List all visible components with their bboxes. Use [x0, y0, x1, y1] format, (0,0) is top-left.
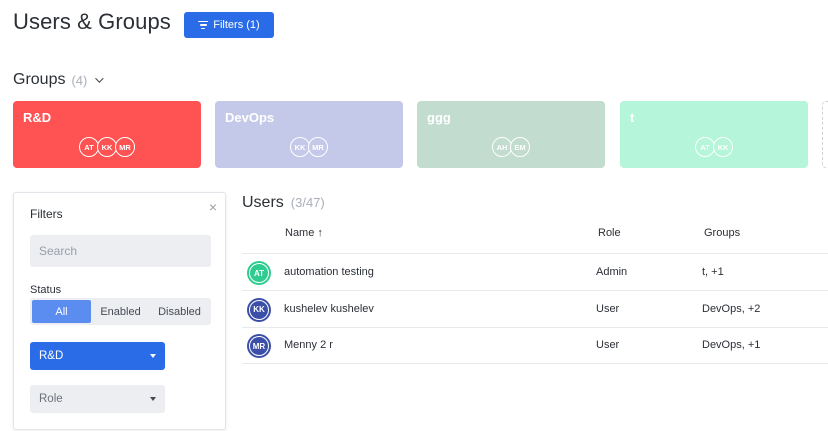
group-card-name: ggg: [427, 110, 451, 125]
groups-title: Groups: [13, 71, 66, 88]
chevron-down-icon[interactable]: [95, 74, 105, 83]
table-row[interactable]: AT automation testing Admin t, +1: [242, 254, 828, 290]
avatar: MR: [308, 137, 328, 157]
group-member-avatars: AT KK: [620, 137, 808, 157]
avatar-initials: AT: [249, 263, 269, 283]
avatar: AT: [79, 137, 99, 157]
avatar: MR: [115, 137, 135, 157]
group-select-value: R&D: [39, 350, 64, 362]
avatar: KK: [247, 297, 271, 322]
group-card-name: t: [630, 110, 635, 125]
user-role-cell: User: [596, 302, 620, 315]
row-divider: [242, 363, 828, 364]
column-header-role: Role: [598, 227, 621, 239]
status-option-all[interactable]: All: [32, 300, 91, 323]
column-header-groups: Groups: [704, 227, 741, 239]
group-card-name: DevOps: [225, 110, 275, 125]
group-card[interactable]: t AT KK: [620, 101, 808, 168]
caret-down-icon: [150, 397, 156, 401]
user-name-cell: automation testing: [284, 266, 374, 278]
filters-button-label: Filters (1): [213, 19, 260, 31]
avatar: EM: [510, 137, 530, 157]
status-label: Status: [30, 284, 62, 296]
page-title: Users & Groups: [13, 9, 171, 34]
user-name-cell: kushelev kushelev: [284, 302, 374, 315]
user-groups-cell: DevOps, +2: [702, 302, 761, 315]
group-card[interactable]: R&D AT KK MR: [13, 101, 201, 168]
users-title: Users: [242, 194, 284, 211]
avatar: AT: [695, 137, 715, 157]
group-member-avatars: KK MR: [215, 137, 403, 157]
close-icon[interactable]: ×: [209, 199, 217, 215]
user-role-cell: User: [596, 339, 620, 351]
avatar: AT: [247, 261, 271, 285]
role-select[interactable]: Role: [30, 385, 165, 413]
status-option-enabled[interactable]: Enabled: [91, 300, 150, 323]
status-option-disabled[interactable]: Disabled: [150, 300, 209, 323]
table-row[interactable]: MR Menny 2 r User DevOps, +1: [242, 327, 828, 363]
table-row[interactable]: KK kushelev kushelev User DevOps, +2: [242, 291, 828, 327]
filters-panel: Filters × Status All Enabled Disabled R&…: [13, 192, 226, 430]
users-heading: Users (3/47): [242, 194, 325, 212]
groups-heading[interactable]: Groups (4): [13, 71, 105, 89]
avatar: KK: [97, 137, 117, 157]
status-segmented-control: All Enabled Disabled: [30, 298, 211, 325]
filter-icon: [198, 20, 209, 30]
add-group-card[interactable]: [822, 101, 828, 168]
group-select[interactable]: R&D: [30, 342, 165, 370]
user-role-cell: Admin: [596, 266, 628, 278]
avatar: MR: [247, 334, 271, 358]
users-count: (3/47): [290, 195, 325, 210]
groups-count: (4): [71, 72, 88, 88]
group-member-avatars: AT KK MR: [13, 137, 201, 157]
avatar: AH: [492, 137, 512, 157]
role-select-placeholder: Role: [39, 393, 63, 405]
user-name-cell: Menny 2 r: [284, 339, 333, 351]
filters-panel-title: Filters: [30, 207, 63, 221]
group-card-name: R&D: [23, 110, 52, 125]
avatar-initials: KK: [249, 299, 269, 320]
search-input[interactable]: [30, 235, 211, 267]
avatar: KK: [713, 137, 733, 157]
user-groups-cell: t, +1: [702, 266, 724, 278]
column-header-name[interactable]: Name ↑: [285, 227, 323, 239]
avatar-initials: MR: [249, 336, 269, 356]
avatar: KK: [290, 137, 310, 157]
group-card[interactable]: DevOps KK MR: [215, 101, 403, 168]
group-member-avatars: AH EM: [417, 137, 605, 157]
user-groups-cell: DevOps, +1: [702, 339, 761, 351]
filters-button[interactable]: Filters (1): [184, 12, 274, 38]
caret-down-icon: [150, 354, 156, 358]
group-card[interactable]: ggg AH EM: [417, 101, 605, 168]
